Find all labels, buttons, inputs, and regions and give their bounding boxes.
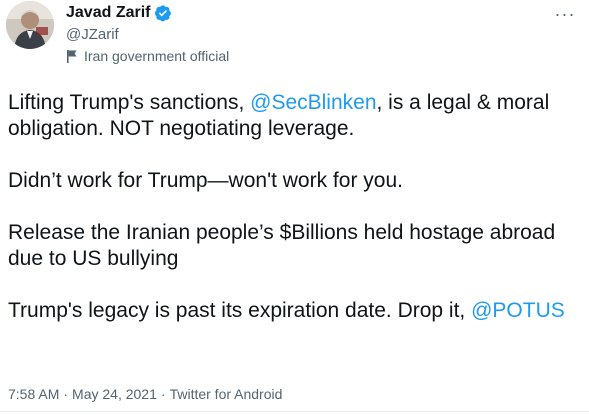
mention-link-potus[interactable]: @POTUS bbox=[471, 299, 565, 322]
tweet-card: Javad Zarif @JZarif Iran government offi… bbox=[0, 0, 589, 415]
divider bbox=[0, 411, 589, 412]
meta-separator: · bbox=[160, 386, 166, 402]
more-options-button[interactable]: ··· bbox=[553, 4, 577, 24]
more-options-icon: ··· bbox=[554, 4, 576, 24]
flag-icon bbox=[67, 49, 77, 63]
author-avatar[interactable] bbox=[6, 1, 54, 49]
tweet-timestamp-date[interactable]: May 24, 2021 bbox=[72, 385, 157, 403]
meta-separator: · bbox=[63, 386, 69, 402]
tweet-metadata: 7:58 AM · May 24, 2021 · Twitter for And… bbox=[8, 385, 282, 403]
tweet-text: Lifting Trump's sanctions, @SecBlinken, … bbox=[8, 90, 578, 324]
author-display-name[interactable]: Javad Zarif bbox=[66, 3, 150, 23]
government-label-text: Iran government official bbox=[84, 48, 230, 64]
author-handle[interactable]: @JZarif bbox=[66, 25, 119, 44]
tweet-timestamp-time[interactable]: 7:58 AM bbox=[8, 385, 59, 403]
tweet-paragraph-4: Trump's legacy is past its expiration da… bbox=[8, 298, 578, 324]
text-segment: Lifting Trump's sanctions, bbox=[8, 91, 251, 114]
avatar-photo bbox=[6, 1, 54, 49]
tweet-paragraph-3: Release the Iranian people’s $Billions h… bbox=[8, 221, 556, 270]
tweet-paragraph-1: Lifting Trump's sanctions, @SecBlinken, … bbox=[8, 90, 578, 142]
mention-link-secblinken[interactable]: @SecBlinken bbox=[250, 91, 376, 114]
tweet-source[interactable]: Twitter for Android bbox=[170, 385, 283, 403]
author-name-row: Javad Zarif bbox=[66, 3, 172, 23]
text-segment: Trump's legacy is past its expiration da… bbox=[8, 299, 472, 322]
tweet-paragraph-2: Didn’t work for Trump—won't work for you… bbox=[8, 169, 403, 192]
verified-badge-icon bbox=[155, 5, 172, 22]
government-label[interactable]: Iran government official bbox=[66, 47, 229, 65]
